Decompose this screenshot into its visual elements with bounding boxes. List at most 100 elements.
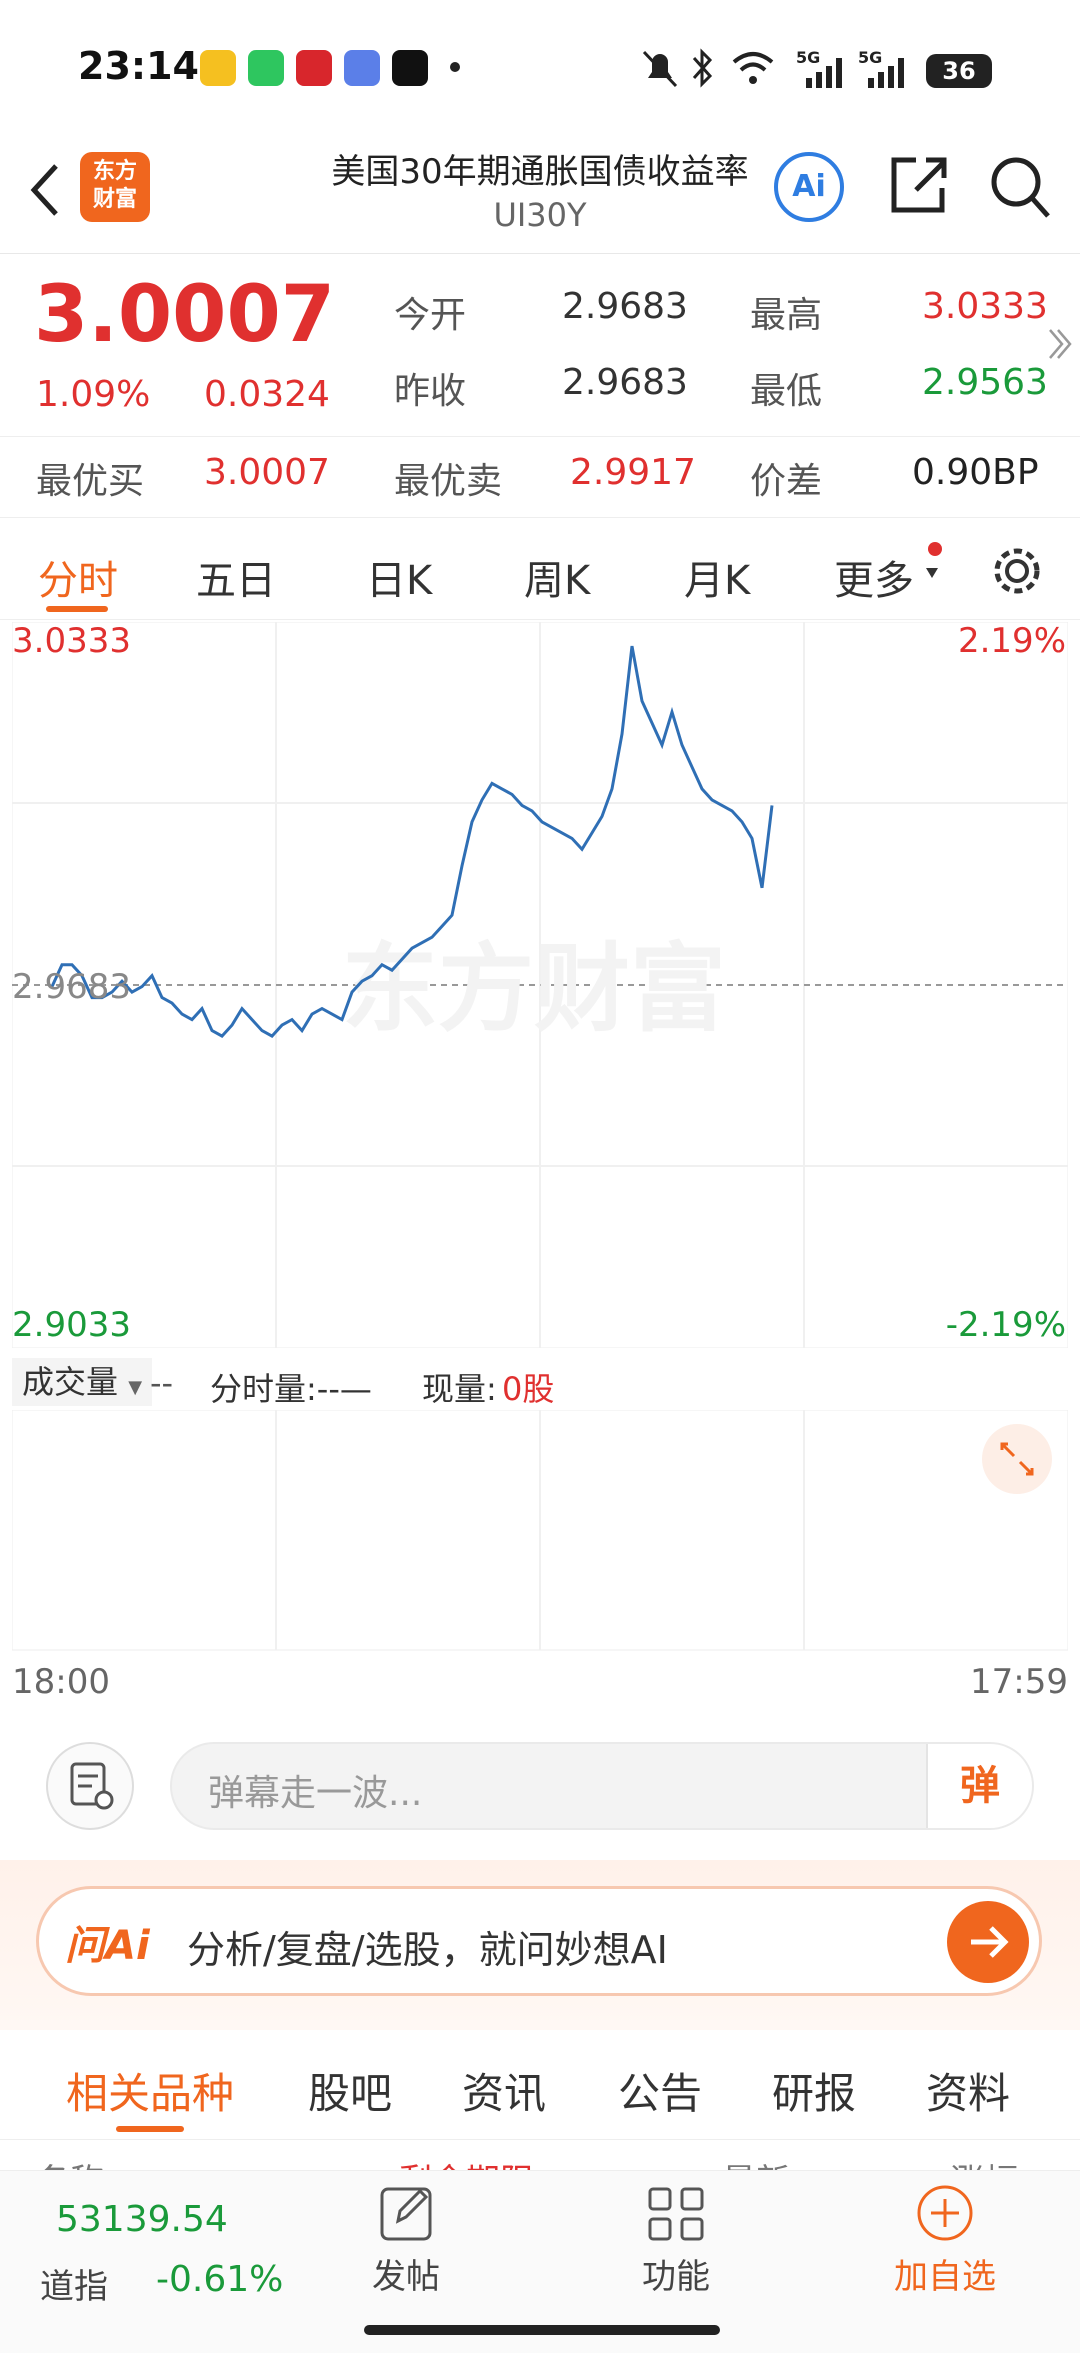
grid-apps-icon xyxy=(648,2187,704,2241)
status-bar: 23:14 5G 5G 36 xyxy=(0,0,1080,140)
ai-prompt-text: 分析/复盘/选股，就问妙想AI xyxy=(187,1928,668,1972)
wifi-icon xyxy=(732,52,774,84)
related-tabs: 相关品种 股吧 资讯 公告 研报 资料 xyxy=(0,2030,1080,2140)
volume-selector[interactable]: 成交量 ▼ xyxy=(12,1358,153,1406)
more-red-dot xyxy=(928,542,942,556)
tab-profile[interactable]: 资料 xyxy=(926,2060,1010,2121)
axis-start-time: 18:00 xyxy=(12,1662,110,1702)
functions-label: 功能 xyxy=(642,2257,710,2297)
mute-bell-icon xyxy=(642,50,678,88)
status-time: 23:14 xyxy=(78,44,199,88)
danmu-send-button[interactable]: 弹 xyxy=(926,1744,1032,1828)
tab-five-day[interactable]: 五日 xyxy=(196,548,276,606)
home-indicator[interactable] xyxy=(364,2325,720,2335)
spread-value: 0.90BP xyxy=(912,452,1039,493)
functions-button[interactable]: 功能 xyxy=(626,2179,726,2319)
best-ask-value: 2.9917 xyxy=(570,452,696,493)
expand-chevron-icon[interactable] xyxy=(1046,324,1072,364)
share-icon[interactable] xyxy=(886,150,950,220)
ai-submit-button[interactable] xyxy=(947,1901,1029,1983)
prev-close-label: 昨收 xyxy=(394,371,467,412)
signal-2-icon xyxy=(868,58,904,88)
add-circle-icon xyxy=(917,2185,973,2241)
prev-close-value: 2.9683 xyxy=(562,362,688,403)
post-button[interactable]: 发帖 xyxy=(356,2179,456,2319)
active-tab-indicator xyxy=(46,606,108,612)
index-value: 53139.54 xyxy=(56,2199,228,2240)
ai-assistant-bar: 问Ai 分析/复盘/选股，就问妙想AI xyxy=(0,1860,1080,2030)
low-label: 最低 xyxy=(750,371,823,412)
spread-label: 价差 xyxy=(750,461,823,502)
best-bid-label: 最优买 xyxy=(36,461,145,502)
ai-ask-input[interactable]: 问Ai 分析/复盘/选股，就问妙想AI xyxy=(36,1886,1042,1996)
more-dropdown-icon xyxy=(926,568,938,578)
signal-1-icon xyxy=(806,58,842,88)
tab-daily-k[interactable]: 日K xyxy=(366,548,432,606)
more-notifications-icon xyxy=(450,62,460,72)
change-value: 0.0324 xyxy=(204,374,330,415)
best-ask-label: 最优卖 xyxy=(394,461,503,502)
chart-low-pct: -2.19% xyxy=(946,1305,1066,1345)
ai-assistant-button[interactable]: Ai xyxy=(774,152,844,222)
index-name: 道指 xyxy=(40,2267,108,2307)
settings-gear-icon[interactable] xyxy=(990,544,1044,598)
low-value: 2.9563 xyxy=(922,362,1048,403)
battery-icon: 36 xyxy=(926,54,992,88)
intraday-chart[interactable]: 东方财富 3.0333 2.19% 2.9683 2.9033 -2.19% xyxy=(11,621,1069,1349)
danmu-settings-icon xyxy=(70,1762,114,1810)
search-icon[interactable] xyxy=(986,150,1052,222)
intraday-chart-svg: 东方财富 3.0333 2.19% 2.9683 2.9033 -2.19% xyxy=(11,621,1069,1349)
quote-panel: 3.0007 1.09% 0.0324 今开 2.9683 最高 3.0333 … xyxy=(0,256,1080,518)
tab-related[interactable]: 相关品种 xyxy=(66,2060,234,2121)
volume-panel: 成交量 ▼ -- 分时量:--— 现量: 0股 18:00 17:59 xyxy=(12,1350,1068,1702)
weibo-icon xyxy=(200,50,236,86)
wechat-icon xyxy=(248,50,284,86)
index-change: -0.61% xyxy=(156,2259,284,2300)
related-active-indicator xyxy=(116,2126,184,2132)
tab-news[interactable]: 资讯 xyxy=(462,2060,546,2121)
tab-research[interactable]: 研报 xyxy=(772,2060,856,2121)
expand-arrows-icon xyxy=(1000,1442,1034,1476)
change-percent: 1.09% xyxy=(36,374,151,415)
tab-intraday[interactable]: 分时 xyxy=(38,548,118,606)
chart-mid-label: 2.9683 xyxy=(12,967,131,1007)
tab-more[interactable]: 更多 xyxy=(834,548,914,606)
current-volume-label: 现量: xyxy=(422,1370,497,1408)
high-label: 最高 xyxy=(750,295,823,336)
chart-tabs: 分时 五日 日K 周K 月K 更多 xyxy=(0,520,1080,620)
volume-dash: -- xyxy=(150,1364,174,1402)
index-ticker[interactable]: 53139.54 道指 -0.61% xyxy=(0,2171,330,2311)
fullscreen-button[interactable] xyxy=(982,1424,1052,1494)
post-label: 发帖 xyxy=(372,2257,440,2297)
tab-announcements[interactable]: 公告 xyxy=(618,2060,702,2121)
nav-header: 东方 财富 美国30年期通胀国债收益率 UI30Y Ai xyxy=(0,130,1080,254)
browser-icon xyxy=(344,50,380,86)
tiktok-icon xyxy=(392,50,428,86)
tab-monthly-k[interactable]: 月K xyxy=(684,548,750,606)
app-icon xyxy=(296,50,332,86)
tab-forum[interactable]: 股吧 xyxy=(308,2060,392,2121)
minute-volume-label: 分时量:--— xyxy=(210,1370,372,1408)
volume-chart xyxy=(12,1410,1068,1651)
current-volume-value: 0股 xyxy=(502,1370,555,1408)
add-watchlist-button[interactable]: 加自选 xyxy=(880,2179,1010,2319)
danmu-bar: 弹幕走一波... 弹 xyxy=(0,1710,1080,1860)
add-watchlist-label: 加自选 xyxy=(894,2257,996,2297)
tab-weekly-k[interactable]: 周K xyxy=(524,548,590,606)
danmu-settings-button[interactable] xyxy=(46,1742,134,1830)
dropdown-triangle-icon: ▼ xyxy=(128,1377,143,1398)
chart-high-pct: 2.19% xyxy=(958,622,1066,661)
chart-high-label: 3.0333 xyxy=(12,622,131,661)
bluetooth-icon xyxy=(692,48,713,88)
volume-label: 成交量 xyxy=(22,1363,119,1401)
chart-low-label: 2.9033 xyxy=(12,1305,131,1345)
last-price: 3.0007 xyxy=(34,270,335,360)
open-label: 今开 xyxy=(394,295,467,336)
high-value: 3.0333 xyxy=(922,286,1048,327)
chart-watermark: 东方财富 xyxy=(342,933,726,1045)
ai-logo: 问Ai xyxy=(65,1923,150,1969)
edit-pencil-icon xyxy=(380,2187,432,2241)
arrow-right-icon xyxy=(971,1926,1009,1958)
open-value: 2.9683 xyxy=(562,286,688,327)
danmu-input[interactable]: 弹幕走一波... 弹 xyxy=(170,1742,1034,1830)
